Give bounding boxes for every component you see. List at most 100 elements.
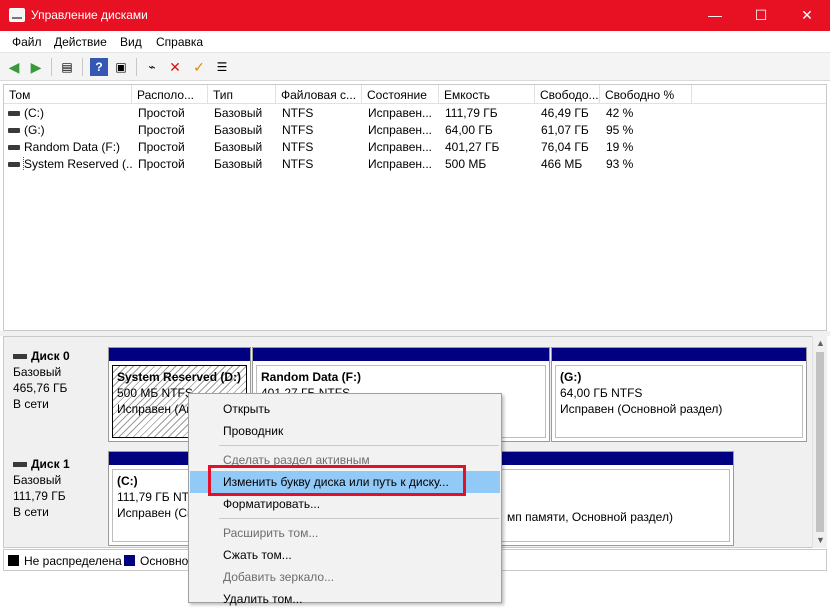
filesystem-cell: NTFS: [282, 157, 314, 171]
context-menu: Открыть Проводник Сделать раздел активны…: [188, 393, 502, 606]
column-header-type[interactable]: Тип: [208, 85, 276, 104]
close-button[interactable]: ✕: [784, 0, 830, 31]
column-header-free-percent[interactable]: Свободно %: [600, 85, 692, 104]
column-header-volume[interactable]: Том: [4, 85, 132, 104]
free-space-cell: 61,07 ГБ: [541, 123, 589, 137]
disk-icon: [13, 354, 27, 360]
menu-action[interactable]: Действие: [54, 35, 107, 49]
partition-type-bar: [253, 348, 549, 361]
layout-cell: Простой: [138, 106, 185, 120]
free-percent-cell: 93 %: [606, 157, 634, 171]
free-space-cell: 76,04 ГБ: [541, 140, 589, 154]
disk-management-icon: [9, 8, 25, 22]
volume-name: System Reserved (...: [22, 157, 132, 171]
menu-view[interactable]: Вид: [120, 35, 142, 49]
filesystem-cell: NTFS: [282, 123, 314, 137]
volume-icon: [8, 145, 20, 151]
menu-item-shrink-volume[interactable]: Сжать том...: [190, 544, 500, 566]
disk-1-type: Базовый: [13, 473, 62, 487]
maximize-button[interactable]: ☐: [738, 0, 784, 31]
menu-help[interactable]: Справка: [156, 35, 203, 49]
scroll-down-icon[interactable]: ▼: [816, 535, 825, 545]
disk-0-size: 465,76 ГБ: [13, 381, 68, 395]
type-cell: Базовый: [214, 140, 263, 154]
free-space-cell: 46,49 ГБ: [541, 106, 589, 120]
status-cell: Исправен...: [368, 157, 433, 171]
disk-0-info[interactable]: Диск 0 Базовый 465,76 ГБ В сети: [7, 340, 107, 436]
volume-name-cell: System Reserved (...: [8, 157, 132, 171]
partition-name: Random Data (F:): [261, 370, 361, 384]
column-header-capacity[interactable]: Емкость: [439, 85, 535, 104]
menu-item-delete-volume[interactable]: Удалить том...: [190, 588, 500, 610]
partition-g[interactable]: (G:) 64,00 ГБ NTFS Исправен (Основной ра…: [551, 347, 807, 442]
disk-1-size: 111,79 ГБ: [13, 489, 66, 503]
check-icon[interactable]: ✓: [190, 58, 208, 76]
menu-item-open[interactable]: Открыть: [190, 398, 500, 420]
minimize-button[interactable]: —: [692, 0, 738, 31]
partition-g-details: (G:) 64,00 ГБ NTFS Исправен (Основной ра…: [555, 365, 803, 438]
volume-name: Random Data (F:): [24, 140, 121, 154]
volume-name-cell: (G:): [8, 123, 132, 137]
connect-icon[interactable]: ⌁: [143, 58, 161, 76]
scroll-up-icon[interactable]: ▲: [816, 338, 825, 348]
volume-name-cell: Random Data (F:): [8, 140, 132, 154]
column-header-status[interactable]: Состояние: [362, 85, 439, 104]
status-cell: Исправен...: [368, 140, 433, 154]
column-header-free-space[interactable]: Свободо...: [535, 85, 600, 104]
column-header-filesystem[interactable]: Файловая с...: [276, 85, 362, 104]
legend-primary: Основно: [140, 554, 189, 568]
volume-list-header: Том Располо... Тип Файловая с... Состоян…: [4, 85, 826, 104]
partition-size: 64,00 ГБ NTFS: [560, 386, 643, 400]
table-row[interactable]: System Reserved (... Простой Базовый NTF…: [4, 156, 826, 173]
capacity-cell: 111,79 ГБ: [445, 106, 498, 120]
disk-pane-scrollbar[interactable]: ▲ ▼: [812, 336, 827, 548]
disk-1-name: Диск 1: [31, 457, 70, 471]
delete-icon[interactable]: ✕: [166, 58, 184, 76]
back-icon[interactable]: ◀: [5, 58, 23, 76]
settings-icon[interactable]: ☰: [213, 58, 231, 76]
layout-cell: Простой: [138, 123, 185, 137]
partition-type-bar: [552, 348, 806, 361]
partition-status: Исправен (Основной раздел): [560, 402, 723, 416]
type-cell: Базовый: [214, 106, 263, 120]
menu-item-change-drive-letter[interactable]: Изменить букву диска или путь к диску...: [190, 471, 500, 493]
capacity-cell: 500 МБ: [445, 157, 487, 171]
menu-item-extend-volume[interactable]: Расширить том...: [190, 522, 500, 544]
layout-cell: Простой: [138, 140, 185, 154]
menu-item-mark-active[interactable]: Сделать раздел активным: [190, 449, 500, 471]
table-row[interactable]: (C:) Простой Базовый NTFS Исправен... 11…: [4, 105, 826, 122]
unallocated-swatch: [8, 555, 19, 566]
menu-file[interactable]: Файл: [12, 35, 42, 49]
capacity-cell: 401,27 ГБ: [445, 140, 500, 154]
partition-name: System Reserved (D:): [117, 370, 242, 384]
scroll-thumb[interactable]: [816, 352, 824, 532]
menu-separator: [219, 445, 499, 446]
table-row[interactable]: Random Data (F:) Простой Базовый NTFS Ис…: [4, 139, 826, 156]
filesystem-cell: NTFS: [282, 140, 314, 154]
menu-separator: [219, 518, 499, 519]
volume-list: Том Располо... Тип Файловая с... Состоян…: [3, 84, 827, 331]
layout-cell: Простой: [138, 157, 185, 171]
partition-name: (G:): [560, 370, 582, 384]
properties-icon[interactable]: ▤: [58, 58, 76, 76]
table-row[interactable]: (G:) Простой Базовый NTFS Исправен... 64…: [4, 122, 826, 139]
toolbar-separator: [82, 58, 83, 76]
disk-1-status: В сети: [13, 505, 49, 519]
partition-status-tail: мп памяти, Основной раздел): [507, 510, 673, 524]
menu-item-format[interactable]: Форматировать...: [190, 493, 500, 515]
menu-item-explorer[interactable]: Проводник: [190, 420, 500, 442]
menu-item-add-mirror[interactable]: Добавить зеркало...: [190, 566, 500, 588]
volume-icon: [8, 128, 20, 134]
help-icon[interactable]: ?: [90, 58, 108, 76]
disk-1-info[interactable]: Диск 1 Базовый 111,79 ГБ В сети: [7, 448, 107, 544]
type-cell: Базовый: [214, 157, 263, 171]
console-icon[interactable]: ▣: [112, 58, 130, 76]
free-percent-cell: 42 %: [606, 106, 634, 120]
toolbar-separator: [51, 58, 52, 76]
title-bar: Управление дисками — ☐ ✕: [0, 0, 830, 31]
column-header-layout[interactable]: Располо...: [132, 85, 208, 104]
toolbar: ◀ ▶ ▤ ? ▣ ⌁ ✕ ✓ ☰: [0, 53, 830, 81]
toolbar-separator: [136, 58, 137, 76]
status-cell: Исправен...: [368, 106, 433, 120]
forward-icon[interactable]: ▶: [27, 58, 45, 76]
